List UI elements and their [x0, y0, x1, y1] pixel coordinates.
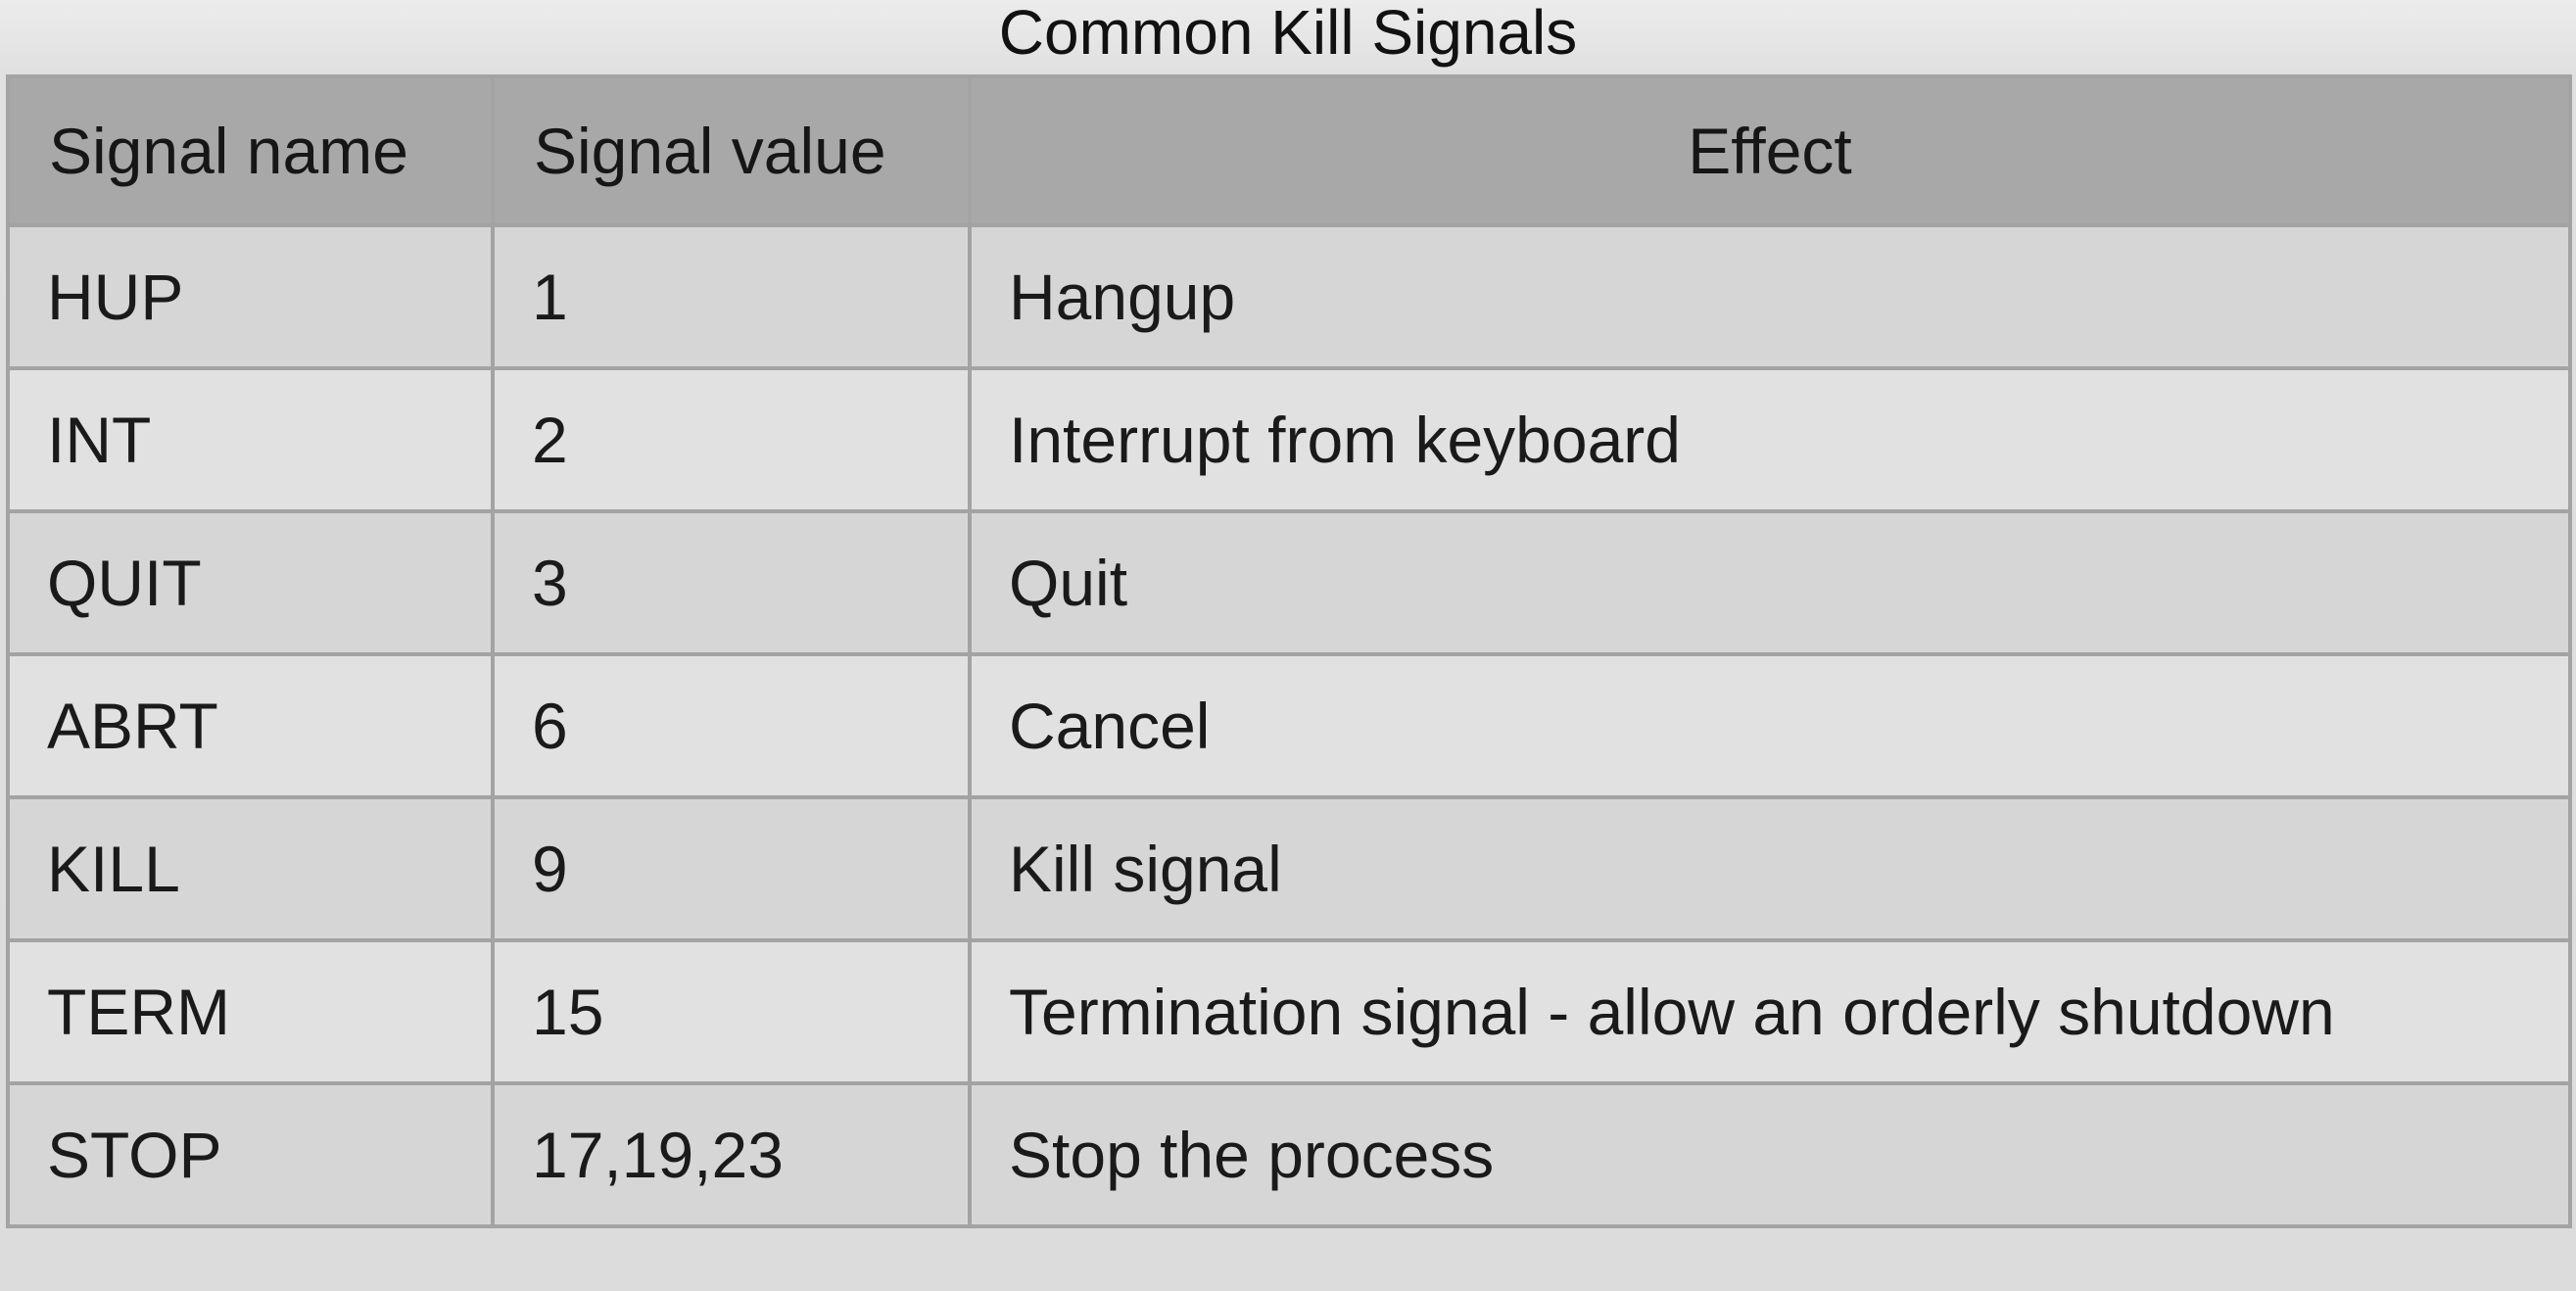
signal-value-cell: 17,19,23 [491, 1081, 972, 1228]
signal-name-cell: INT [6, 366, 495, 513]
kill-signals-figure: Common Kill Signals Signal name Signal v… [0, 0, 2576, 1291]
signal-name-cell: TERM [6, 938, 495, 1085]
table-caption: Common Kill Signals [998, 0, 1578, 68]
table-header-row: Signal name Signal value Effect [6, 74, 2572, 227]
table-row: TERM 15 Termination signal - allow an or… [6, 938, 2572, 1085]
signal-name-cell: QUIT [6, 509, 495, 656]
signal-name-cell: STOP [6, 1081, 495, 1228]
column-header-signal-name: Signal name [6, 74, 495, 227]
table-row: ABRT 6 Cancel [6, 652, 2572, 799]
signal-effect-cell: Cancel [968, 652, 2572, 799]
signal-effect-cell: Kill signal [968, 795, 2572, 942]
signal-effect-cell: Stop the process [968, 1081, 2572, 1228]
signal-value-cell: 15 [491, 938, 972, 1085]
table-row: INT 2 Interrupt from keyboard [6, 366, 2572, 513]
signal-value-cell: 3 [491, 509, 972, 656]
signal-effect-cell: Hangup [968, 223, 2572, 370]
signal-value-cell: 6 [491, 652, 972, 799]
signal-name-cell: KILL [6, 795, 495, 942]
signal-value-cell: 9 [491, 795, 972, 942]
column-header-effect: Effect [968, 74, 2572, 227]
signal-value-cell: 2 [491, 366, 972, 513]
signal-effect-cell: Interrupt from keyboard [968, 366, 2572, 513]
signal-name-cell: HUP [6, 223, 495, 370]
signal-effect-cell: Termination signal - allow an orderly sh… [968, 938, 2572, 1085]
signal-effect-cell: Quit [968, 509, 2572, 656]
table-row: STOP 17,19,23 Stop the process [6, 1081, 2572, 1228]
table-row: QUIT 3 Quit [6, 509, 2572, 656]
signal-name-cell: ABRT [6, 652, 495, 799]
table-row: KILL 9 Kill signal [6, 795, 2572, 942]
table-row: HUP 1 Hangup [6, 223, 2572, 370]
signal-value-cell: 1 [491, 223, 972, 370]
column-header-signal-value: Signal value [491, 74, 972, 227]
signals-table: Signal name Signal value Effect HUP 1 Ha… [6, 74, 2572, 1228]
